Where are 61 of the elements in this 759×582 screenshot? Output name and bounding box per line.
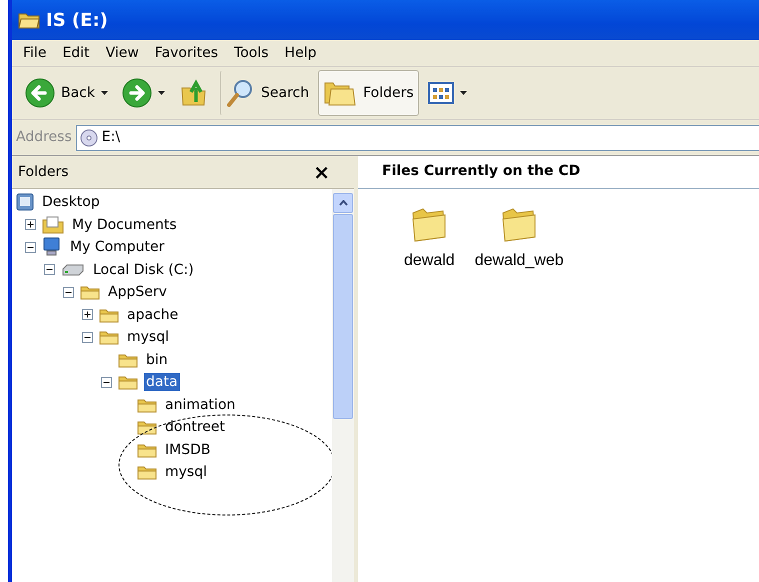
menu-item[interactable]: Edit xyxy=(57,42,95,64)
collapse-icon[interactable] xyxy=(101,376,112,388)
folder-item[interactable]: dewald xyxy=(404,205,455,273)
documents-folder-icon xyxy=(42,216,64,234)
views-icon xyxy=(428,82,454,104)
folder-item[interactable]: dewald_web xyxy=(474,205,564,273)
collapse-icon[interactable] xyxy=(63,286,74,298)
tree-item[interactable]: mysql xyxy=(125,328,171,346)
collapse-icon[interactable] xyxy=(25,242,36,253)
menu-item[interactable]: Help xyxy=(280,42,322,64)
tree-item[interactable]: dontreet xyxy=(163,418,227,436)
collapse-icon[interactable] xyxy=(82,332,93,343)
computer-icon xyxy=(42,237,62,258)
scroll-thumb[interactable] xyxy=(333,214,353,419)
collapse-icon[interactable] xyxy=(44,264,55,276)
tree-item[interactable]: Desktop xyxy=(40,193,102,212)
expand-icon[interactable] xyxy=(82,309,93,320)
pane-title: Folders xyxy=(18,162,69,182)
tree-item[interactable]: IMSDB xyxy=(163,440,212,459)
menu-item[interactable]: File xyxy=(18,42,52,64)
folder-icon xyxy=(80,284,100,300)
dropdown-caret-icon xyxy=(460,91,467,95)
dropdown-caret-icon xyxy=(101,91,108,95)
folder-icon xyxy=(137,396,157,413)
scroll-up-button[interactable] xyxy=(333,193,353,213)
folder-icon xyxy=(118,352,138,368)
folder-icon xyxy=(118,374,138,390)
tree-item[interactable]: My Computer xyxy=(68,238,166,256)
tree-item[interactable]: animation xyxy=(163,396,238,414)
tree-item[interactable]: apache xyxy=(125,306,180,324)
drive-icon xyxy=(61,262,85,277)
caret-up-icon xyxy=(338,200,348,206)
close-button[interactable]: × xyxy=(313,162,348,182)
folder-icon xyxy=(137,442,157,458)
tree-item[interactable]: AppServ xyxy=(106,283,169,302)
menu-item[interactable]: Favorites xyxy=(150,42,224,64)
tree-item[interactable]: mysql xyxy=(163,463,209,482)
search-icon xyxy=(225,78,255,108)
section-heading: Files Currently on the CD xyxy=(382,162,580,181)
dropdown-caret-icon xyxy=(158,91,165,95)
search-button[interactable]: Search xyxy=(220,70,314,116)
folder-icon xyxy=(99,306,119,323)
menu-item[interactable]: Tools xyxy=(229,42,274,64)
desktop-icon xyxy=(16,193,34,212)
back-button[interactable]: Back xyxy=(20,70,113,116)
folders-button[interactable]: Folders xyxy=(318,70,419,116)
address-label: Address xyxy=(16,128,72,147)
folder-icon xyxy=(99,329,119,346)
address-field[interactable]: E:\ xyxy=(76,124,759,150)
folder-icon xyxy=(137,464,157,480)
cd-icon xyxy=(80,128,98,146)
folder-icon xyxy=(137,419,157,436)
tree-item[interactable]: data xyxy=(144,373,180,392)
window-title: IS (E:) xyxy=(46,8,108,32)
expand-icon[interactable] xyxy=(25,219,36,230)
tree-item[interactable]: My Documents xyxy=(70,216,179,234)
menu-item[interactable]: View xyxy=(100,42,144,64)
tree-item[interactable]: Local Disk (C:) xyxy=(91,260,196,279)
folder-icon xyxy=(18,11,40,29)
scrollbar[interactable] xyxy=(332,189,354,582)
tree-item[interactable]: bin xyxy=(144,350,170,369)
